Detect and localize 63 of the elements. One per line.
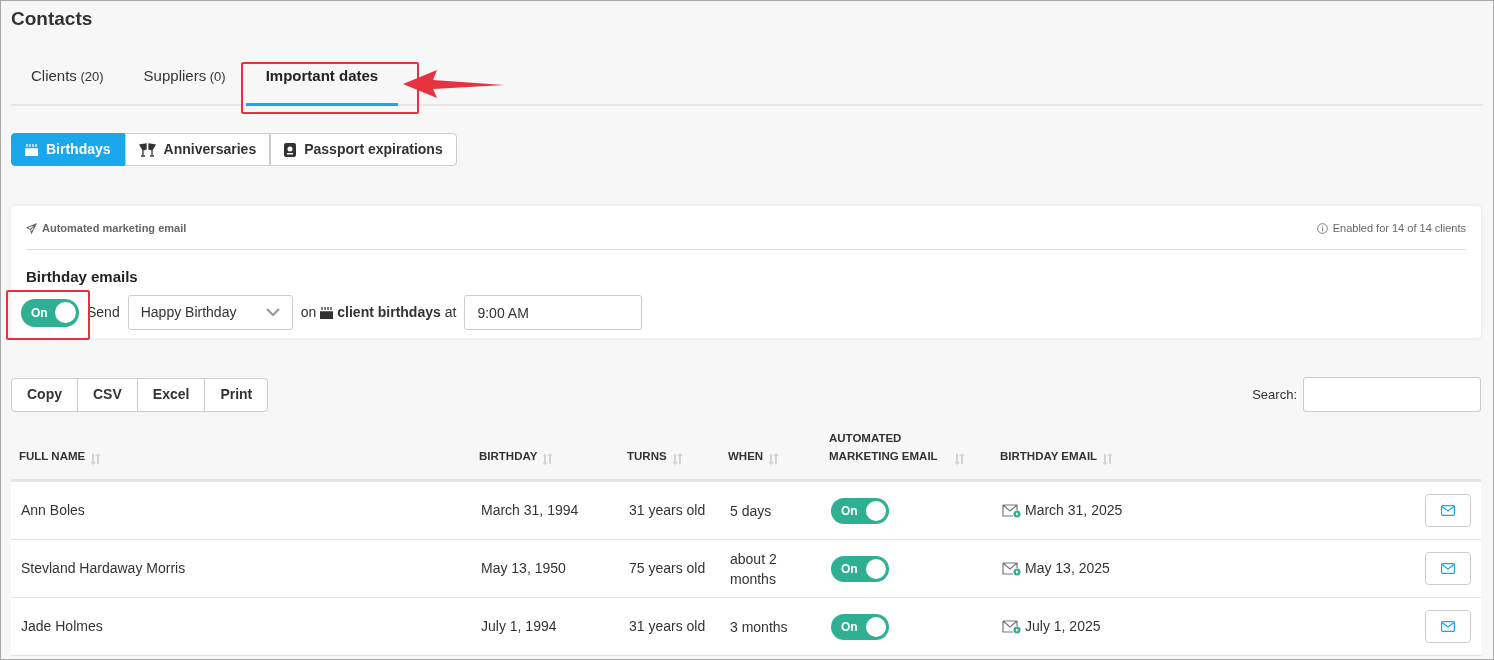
table-cell-text: May 13, 1950 bbox=[481, 559, 567, 578]
send-email-button[interactable] bbox=[1425, 494, 1471, 527]
chevron-down-icon bbox=[265, 308, 280, 317]
send-email-button[interactable] bbox=[1425, 552, 1471, 585]
page-title: Contacts bbox=[11, 7, 94, 31]
enabled-note: Enabled for 14 of 14 clients bbox=[1332, 221, 1466, 236]
export-button[interactable]: CSV bbox=[77, 377, 138, 412]
glasses-icon bbox=[138, 142, 156, 157]
search-field[interactable] bbox=[1303, 377, 1481, 412]
time-field[interactable]: 9:00 AM bbox=[464, 295, 643, 330]
send-email-button[interactable] bbox=[1425, 610, 1471, 643]
table-cell-text: July 1, 1994 bbox=[481, 617, 558, 636]
cake-icon bbox=[320, 306, 334, 319]
sort-icon[interactable] bbox=[769, 453, 780, 465]
search-label: Search: bbox=[1252, 385, 1297, 404]
tab[interactable]: Important dates bbox=[245, 61, 399, 106]
table-cell-text: 5 days bbox=[730, 501, 773, 521]
table-cell-text: May 13, 2025 bbox=[1025, 559, 1110, 578]
export-button[interactable]: Excel bbox=[136, 377, 206, 412]
table-cell-text: 31 years old bbox=[629, 617, 707, 636]
scheduled-email-icon bbox=[1002, 619, 1021, 634]
template-dropdown[interactable]: Happy Birthday bbox=[127, 295, 293, 330]
table-cell-text: Jade Holmes bbox=[21, 617, 104, 636]
column-header: AUTOMATED MARKETING EMAIL bbox=[829, 431, 939, 464]
table-cell-text: 31 years old bbox=[629, 501, 707, 520]
info-icon bbox=[1316, 222, 1328, 234]
event-label: client birthdays bbox=[337, 303, 441, 322]
scheduled-email-icon bbox=[1002, 561, 1021, 576]
envelope-icon bbox=[1441, 563, 1455, 574]
tab[interactable]: Suppliers (0) bbox=[123, 61, 246, 106]
segment-button[interactable]: Passport expirations bbox=[270, 133, 457, 166]
table-cell-text: Stevland Hardaway Morris bbox=[21, 559, 187, 578]
scheduled-email-icon bbox=[1002, 503, 1021, 518]
column-header: WHEN bbox=[728, 448, 764, 464]
at-label: at bbox=[444, 303, 457, 322]
table-cell-text: March 31, 2025 bbox=[1025, 501, 1123, 520]
sort-icon[interactable] bbox=[955, 453, 965, 465]
on-label: on bbox=[300, 303, 317, 322]
cake-icon bbox=[25, 143, 38, 156]
sort-icon[interactable] bbox=[672, 453, 683, 465]
column-header: FULL NAME bbox=[19, 448, 86, 464]
column-header: BIRTHDAY bbox=[479, 448, 538, 464]
tab[interactable]: Clients (20) bbox=[11, 61, 124, 106]
sort-icon[interactable] bbox=[1103, 453, 1114, 465]
column-header: BIRTHDAY EMAIL bbox=[1000, 448, 1098, 464]
table-cell-text: 3 months bbox=[730, 617, 789, 637]
sort-icon[interactable] bbox=[91, 453, 102, 465]
table-cell-text: March 31, 1994 bbox=[481, 501, 580, 520]
paper-plane-icon bbox=[26, 222, 37, 234]
export-button[interactable]: Print bbox=[204, 377, 269, 412]
segment-button[interactable]: Anniversaries bbox=[124, 133, 271, 166]
card-header: Automated marketing email bbox=[42, 221, 187, 236]
envelope-icon bbox=[1441, 621, 1455, 632]
table-cell-text: 75 years old bbox=[629, 559, 707, 578]
sort-icon[interactable] bbox=[543, 453, 554, 465]
table-cell-text: July 1, 2025 bbox=[1025, 617, 1101, 636]
table-cell-text: Ann Boles bbox=[21, 501, 86, 520]
card-title: Birthday emails bbox=[26, 266, 139, 287]
table-cell-text: about 2 months bbox=[730, 549, 778, 589]
envelope-icon bbox=[1441, 505, 1455, 516]
column-header: TURNS bbox=[627, 448, 667, 464]
export-button[interactable]: Copy bbox=[11, 377, 78, 412]
passport-icon bbox=[284, 142, 297, 157]
